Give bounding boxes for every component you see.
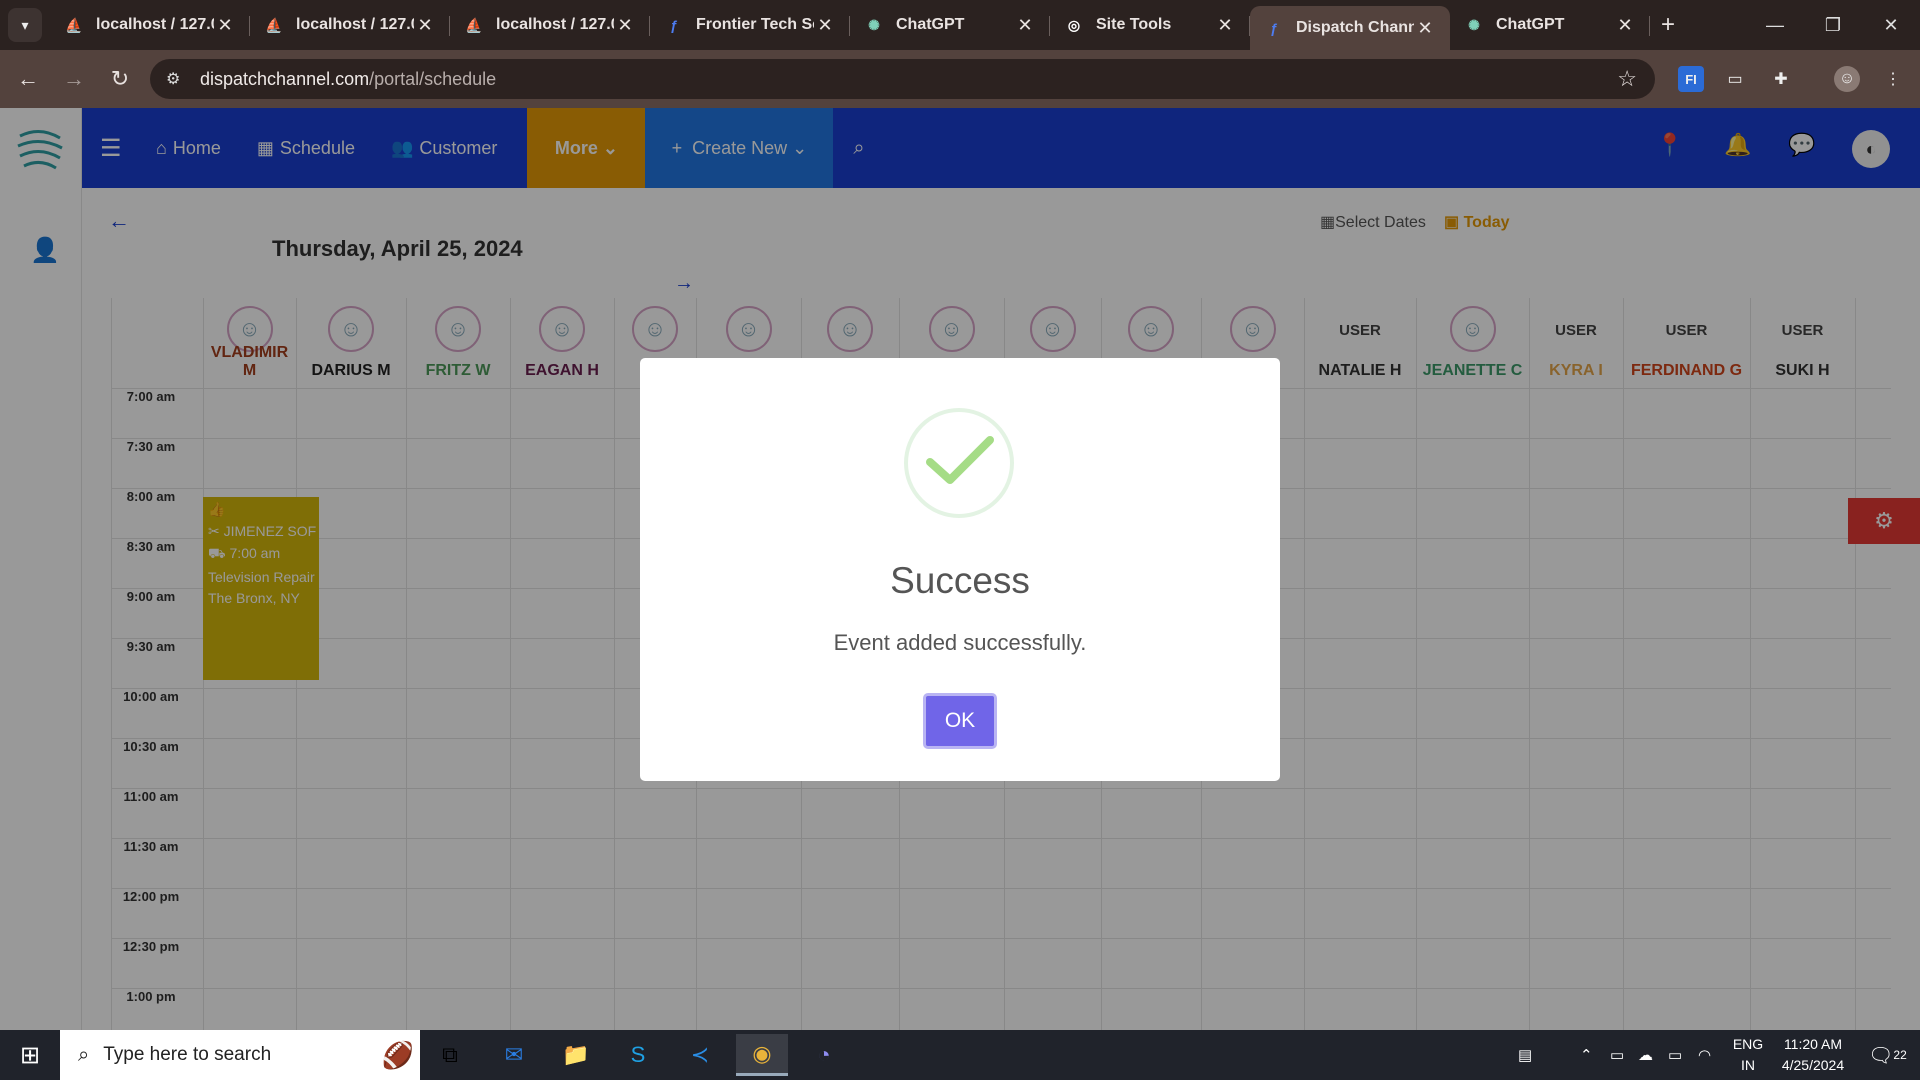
chevron-down-icon: ▾ xyxy=(21,16,29,33)
tab-title: localhost / 127.0 xyxy=(96,16,214,33)
search-highlight-icon: 🏈 xyxy=(381,1039,414,1070)
tab-title: Dispatch Chann xyxy=(1296,19,1414,36)
language-region: IN xyxy=(1741,1057,1755,1073)
file-explorer-icon[interactable]: 📁 xyxy=(550,1034,602,1076)
news-widget-icon[interactable]: ▤ xyxy=(1518,1034,1532,1076)
close-tab-icon[interactable]: ✕ xyxy=(614,15,636,36)
close-tab-icon[interactable]: ✕ xyxy=(1014,15,1036,36)
tab-title: Frontier Tech Se xyxy=(696,16,814,33)
clock-time: 11:20 AM xyxy=(1783,1036,1843,1052)
ok-button[interactable]: OK xyxy=(923,693,997,749)
modal-message: Event added successfully. xyxy=(833,630,1087,655)
tab-search-button[interactable]: ▾ xyxy=(8,8,42,42)
address-bar-row: ← → ↻ ⚙ dispatchchannel.com/portal/sched… xyxy=(0,50,1920,108)
system-clock[interactable]: 11:20 AM 4/25/2024 xyxy=(1768,1034,1858,1076)
skype-icon[interactable]: S xyxy=(612,1034,664,1076)
close-window-button[interactable]: ✕ xyxy=(1862,0,1920,50)
close-tab-icon[interactable]: ✕ xyxy=(414,15,436,36)
url-text: dispatchchannel.com/portal/schedule xyxy=(200,68,497,89)
close-tab-icon[interactable]: ✕ xyxy=(1214,15,1236,36)
browser-tab[interactable]: ⛵ localhost / 127.0 ✕ xyxy=(450,0,650,50)
browser-tab[interactable]: ◎ Site Tools ✕ xyxy=(1050,0,1250,50)
browser-tab-bar: ▾ ⛵ localhost / 127.0 ✕ ⛵ localhost / 127.0 ✕… xyxy=(0,0,1920,50)
close-tab-icon[interactable]: ✕ xyxy=(1414,18,1436,39)
back-button[interactable]: ← xyxy=(10,61,46,97)
tab-title: localhost / 127.0 xyxy=(296,16,414,33)
tab-title: localhost / 127.0 xyxy=(496,16,614,33)
modal-title: Success xyxy=(890,560,1030,601)
taskbar-search-placeholder: Type here to search xyxy=(103,1044,272,1065)
windows-start-icon[interactable]: ⊞ xyxy=(0,1030,60,1080)
tray-chevron-up-icon[interactable]: ⌃ xyxy=(1580,1034,1593,1076)
tab-title: Site Tools xyxy=(1096,16,1172,33)
browser-menu-icon[interactable]: ⋮ xyxy=(1880,66,1906,92)
extensions-puzzle-icon[interactable]: ✚ xyxy=(1768,66,1794,92)
battery-icon[interactable]: ▭ xyxy=(1668,1034,1682,1076)
tab-title: ChatGPT xyxy=(896,16,965,33)
success-check-icon xyxy=(904,408,1014,518)
new-tab-button[interactable]: + xyxy=(1650,11,1686,39)
forward-button[interactable]: → xyxy=(56,61,92,97)
wifi-icon[interactable]: ◠ xyxy=(1698,1034,1711,1076)
pma-icon: ⛵ xyxy=(265,16,283,33)
close-tab-icon[interactable]: ✕ xyxy=(1614,15,1636,36)
dispatch-icon: ƒ xyxy=(1270,20,1278,36)
chatgpt-icon: ✺ xyxy=(1468,16,1480,33)
success-modal: Success Event added successfully. OK xyxy=(640,358,1280,781)
pma-icon: ⛵ xyxy=(65,16,83,33)
windows-taskbar: ⊞ ⌕ Type here to search 🏈 xyxy=(0,1030,1920,1080)
clock-date: 4/25/2024 xyxy=(1781,1057,1845,1073)
site-info-icon[interactable]: ⚙ xyxy=(166,69,188,89)
search-icon: ⌕ xyxy=(78,1043,90,1066)
chatgpt-icon: ✺ xyxy=(868,16,880,33)
bookmark-star-icon[interactable]: ☆ xyxy=(1617,66,1637,92)
meet-icon[interactable]: ▭ xyxy=(1610,1034,1624,1076)
browser-tab[interactable]: ✺ ChatGPT ✕ xyxy=(1450,0,1650,50)
minimize-button[interactable]: — xyxy=(1746,0,1804,50)
tab-title: ChatGPT xyxy=(1496,16,1565,33)
outlook-icon[interactable]: ✉ xyxy=(488,1034,540,1076)
profile-avatar-icon[interactable]: ☺ xyxy=(1834,66,1860,92)
extension-window-icon[interactable]: ▭ xyxy=(1722,66,1748,92)
browser-tab[interactable]: ⛵ localhost / 127.0 ✕ xyxy=(50,0,250,50)
language-indicator[interactable]: ENG IN xyxy=(1728,1034,1768,1076)
taskbar-search-input[interactable]: ⌕ Type here to search 🏈 xyxy=(60,1030,420,1080)
task-view-icon[interactable]: ⧉ xyxy=(424,1034,476,1076)
reload-button[interactable]: ↻ xyxy=(102,61,138,97)
restore-button[interactable]: ❐ xyxy=(1804,0,1862,50)
vscode-icon[interactable]: ≺ xyxy=(674,1034,726,1076)
notification-icon[interactable]: 🗨 22 xyxy=(1868,1034,1907,1076)
app-clock-icon[interactable]: ◔ xyxy=(798,1034,850,1076)
close-tab-icon[interactable]: ✕ xyxy=(214,15,236,36)
browser-tab[interactable]: ƒ Dispatch Chann ✕ xyxy=(1250,6,1450,50)
browser-tab[interactable]: ⛵ localhost / 127.0 ✕ xyxy=(250,0,450,50)
browser-tab[interactable]: ✺ ChatGPT ✕ xyxy=(850,0,1050,50)
notification-count: 22 xyxy=(1893,1048,1907,1062)
close-tab-icon[interactable]: ✕ xyxy=(814,15,836,36)
onedrive-cloud-icon[interactable]: ☁ xyxy=(1638,1034,1653,1076)
pma-icon: ⛵ xyxy=(465,16,483,33)
extension-fi-icon[interactable]: FI xyxy=(1678,66,1704,92)
chrome-icon[interactable]: ◉ xyxy=(736,1034,788,1076)
sitetools-icon: ◎ xyxy=(1067,16,1081,33)
url-input[interactable]: ⚙ dispatchchannel.com/portal/schedule ☆ xyxy=(150,59,1655,99)
tab-separator xyxy=(1649,16,1650,36)
dispatch-icon: ƒ xyxy=(670,17,678,33)
language-code: ENG xyxy=(1732,1036,1764,1052)
browser-tab[interactable]: ƒ Frontier Tech Se ✕ xyxy=(650,0,850,50)
